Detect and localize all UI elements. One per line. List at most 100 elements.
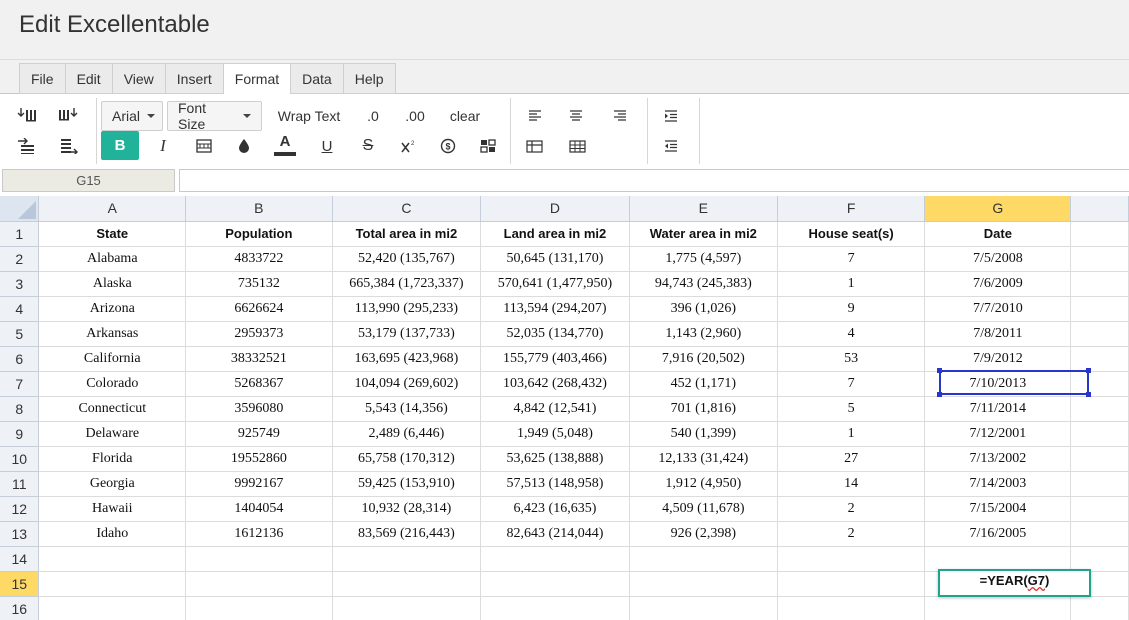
cell-d1[interactable]: Land area in mi2	[480, 221, 630, 247]
select-all-corner[interactable]	[0, 196, 40, 222]
cell-b12[interactable]: 1404054	[185, 496, 333, 522]
cell-b8[interactable]: 3596080	[185, 396, 333, 422]
cell-g12[interactable]: 7/15/2004	[924, 496, 1072, 522]
cell-overflow[interactable]	[1070, 396, 1129, 422]
cell-b15[interactable]	[185, 571, 333, 597]
column-header-c[interactable]: C	[332, 196, 482, 222]
cell-overflow[interactable]	[1070, 271, 1129, 297]
cell-e3[interactable]: 94,743 (245,383)	[629, 271, 778, 297]
cell-c1[interactable]: Total area in mi2	[332, 221, 482, 247]
column-header-e[interactable]: E	[629, 196, 778, 222]
cell-a7[interactable]: Colorado	[38, 371, 187, 397]
insert-column-left-icon[interactable]	[14, 133, 40, 159]
cell-e13[interactable]: 926 (2,398)	[629, 521, 778, 547]
cell-f3[interactable]: 1	[777, 271, 926, 297]
cell-g8[interactable]: 7/11/2014	[924, 396, 1072, 422]
cell-d4[interactable]: 113,594 (294,207)	[480, 296, 630, 322]
cell-overflow[interactable]	[1070, 421, 1129, 447]
cell-e5[interactable]: 1,143 (2,960)	[629, 321, 778, 347]
grid-icon[interactable]	[564, 132, 590, 160]
cell-d3[interactable]: 570,641 (1,477,950)	[480, 271, 630, 297]
cell-d11[interactable]: 57,513 (148,958)	[480, 471, 630, 497]
column-header-d[interactable]: D	[480, 196, 630, 222]
menu-data[interactable]: Data	[290, 63, 343, 94]
cell-c5[interactable]: 53,179 (137,733)	[332, 321, 482, 347]
row-header[interactable]: 8	[0, 396, 40, 422]
row-header[interactable]: 5	[0, 321, 40, 347]
cell-a11[interactable]: Georgia	[38, 471, 187, 497]
cell-a2[interactable]: Alabama	[38, 246, 187, 272]
cell-f1[interactable]: House seat(s)	[777, 221, 926, 247]
cell-overflow[interactable]	[1070, 246, 1129, 272]
formula-input[interactable]	[179, 169, 1129, 192]
insert-column-right-icon[interactable]	[55, 133, 81, 159]
cell-b11[interactable]: 9992167	[185, 471, 333, 497]
clear-format-button[interactable]: clear	[444, 103, 486, 129]
align-center-icon[interactable]	[563, 103, 589, 129]
cell-d14[interactable]	[480, 546, 630, 572]
menu-help[interactable]: Help	[342, 63, 396, 94]
cell-c8[interactable]: 5,543 (14,356)	[332, 396, 482, 422]
italic-button[interactable]: I	[150, 132, 176, 160]
cell-f6[interactable]: 53	[777, 346, 926, 372]
row-header[interactable]: 11	[0, 471, 40, 497]
column-header-g[interactable]: G	[924, 196, 1072, 222]
fill-color-icon[interactable]	[231, 132, 257, 160]
cell-f12[interactable]: 2	[777, 496, 926, 522]
font-family-dropdown[interactable]: Arial	[101, 101, 163, 131]
table-format-icon[interactable]	[521, 132, 547, 160]
cell-d13[interactable]: 82,643 (214,044)	[480, 521, 630, 547]
cell-e10[interactable]: 12,133 (31,424)	[629, 446, 778, 472]
cell-g2[interactable]: 7/5/2008	[924, 246, 1072, 272]
underline-button[interactable]: U	[314, 132, 340, 160]
cell-g6[interactable]: 7/9/2012	[924, 346, 1072, 372]
increase-decimal-button[interactable]: .00	[398, 103, 432, 129]
cell-f7[interactable]: 7	[777, 371, 926, 397]
cell-a3[interactable]: Alaska	[38, 271, 187, 297]
cell-f4[interactable]: 9	[777, 296, 926, 322]
cell-e11[interactable]: 1,912 (4,950)	[629, 471, 778, 497]
cell-e14[interactable]	[629, 546, 778, 572]
cell-f13[interactable]: 2	[777, 521, 926, 547]
row-header[interactable]: 2	[0, 246, 40, 272]
menu-edit[interactable]: Edit	[64, 63, 112, 94]
wrap-text-button[interactable]: Wrap Text	[270, 103, 348, 129]
cell-g14[interactable]	[924, 546, 1072, 572]
cell-g5[interactable]: 7/8/2011	[924, 321, 1072, 347]
cell-b13[interactable]: 1612136	[185, 521, 333, 547]
cell-f5[interactable]: 4	[777, 321, 926, 347]
cell-g3[interactable]: 7/6/2009	[924, 271, 1072, 297]
cell-b7[interactable]: 5268367	[185, 371, 333, 397]
cell-d8[interactable]: 4,842 (12,541)	[480, 396, 630, 422]
increase-indent-icon[interactable]	[658, 103, 684, 129]
strikethrough-button[interactable]: S	[355, 132, 381, 160]
row-header[interactable]: 3	[0, 271, 40, 297]
font-size-dropdown[interactable]: Font Size	[167, 100, 262, 132]
cell-reference-box[interactable]: G15	[2, 169, 175, 192]
cell-b10[interactable]: 19552860	[185, 446, 333, 472]
cell-c10[interactable]: 65,758 (170,312)	[332, 446, 482, 472]
cell-g16[interactable]	[924, 596, 1072, 620]
text-color-button[interactable]: A	[272, 130, 298, 160]
row-header[interactable]: 15	[0, 571, 40, 597]
cell-a10[interactable]: Florida	[38, 446, 187, 472]
insert-row-below-icon[interactable]	[55, 102, 81, 128]
cell-e12[interactable]: 4,509 (11,678)	[629, 496, 778, 522]
cell-a1[interactable]: State	[38, 221, 187, 247]
row-header[interactable]: 7	[0, 371, 40, 397]
column-header-f[interactable]: F	[777, 196, 926, 222]
cell-c15[interactable]	[332, 571, 482, 597]
cell-f16[interactable]	[777, 596, 926, 620]
cell-overflow[interactable]	[1070, 446, 1129, 472]
cell-e2[interactable]: 1,775 (4,597)	[629, 246, 778, 272]
row-header[interactable]: 6	[0, 346, 40, 372]
cell-overflow[interactable]	[1070, 371, 1129, 397]
align-right-icon[interactable]	[607, 103, 633, 129]
cell-g11[interactable]: 7/14/2003	[924, 471, 1072, 497]
borders-icon[interactable]	[191, 132, 217, 160]
row-header[interactable]: 1	[0, 221, 40, 247]
currency-icon[interactable]: $	[435, 132, 461, 160]
cell-a4[interactable]: Arizona	[38, 296, 187, 322]
cell-overflow[interactable]	[1070, 471, 1129, 497]
cell-b16[interactable]	[185, 596, 333, 620]
